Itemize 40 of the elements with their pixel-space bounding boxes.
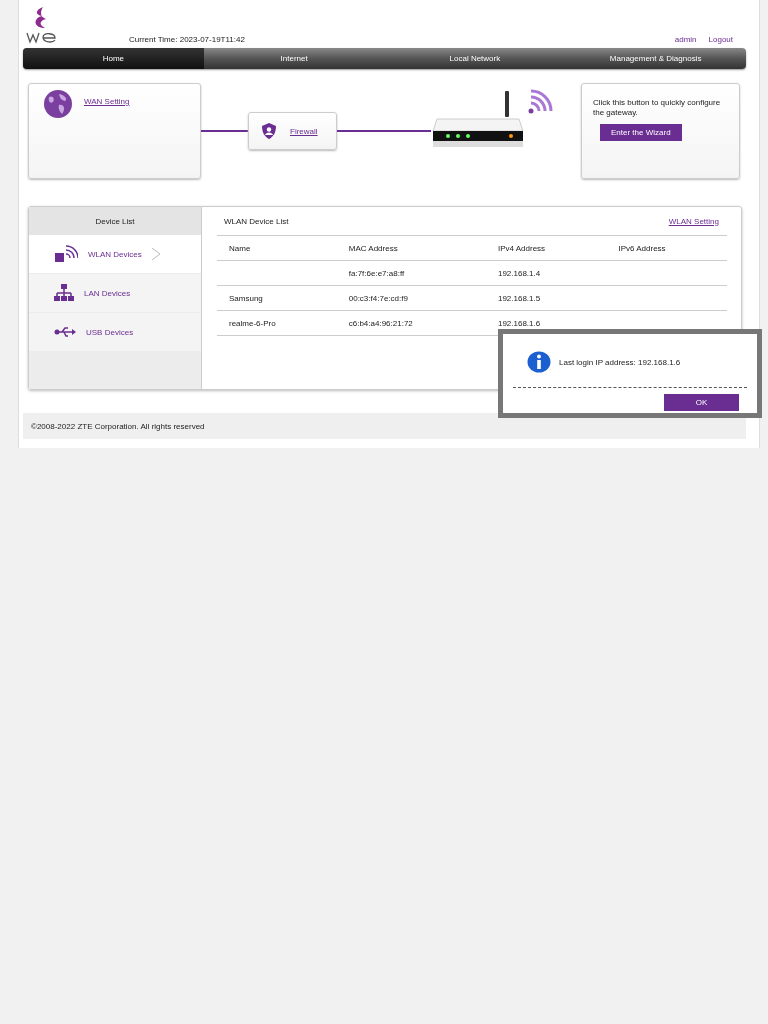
shield-icon [260,122,278,140]
table-cell: 192.168.1.5 [497,293,541,303]
usb-icon [54,326,76,338]
wan-setting-link[interactable]: WAN Setting [84,97,130,106]
table-cell: Samsung [229,293,263,303]
user-link[interactable]: admin [674,35,697,44]
device-list-title: Device List [29,207,201,235]
device-type-item[interactable]: WLAN Devices [29,235,201,273]
column-header: Name [217,235,337,261]
table-cell: 192.168.1.6 [497,318,541,328]
wlan-setting-link[interactable]: WLAN Setting [668,216,719,226]
device-type-item[interactable]: USB Devices [29,313,201,351]
logout-link[interactable]: Logout [708,35,733,44]
table-cell: realme-6-Pro [229,318,276,328]
table-title: WLAN Device List [224,216,289,226]
wizard-button[interactable]: Enter the Wizard [600,124,682,141]
current-time: Current Time: 2023-07-19T11:42 [129,35,245,44]
table-cell: c6:b4:a4:96:21:72 [348,318,413,328]
nav-tab[interactable]: Local Network [384,48,566,69]
pointer-icon [151,248,161,260]
dialog-message: Last login IP address: 192.168.1.6 [559,357,681,367]
ok-button[interactable]: OK [664,394,739,411]
logo-icon [25,6,57,44]
wizard-text: Click this button to quickly configure the gateway. [593,98,722,118]
table-cell: 00:c3:f4:7e:cd:f9 [348,293,408,303]
firewall-link[interactable]: Firewall [290,126,318,136]
network-icon [54,284,74,302]
copyright-text: ©2008-2022 ZTE Corporation. All rights reserved [31,421,205,431]
table-cell: fa:7f:6e:e7:a8:ff [348,268,405,278]
globe-icon [41,89,75,119]
nav-tab[interactable]: Home [23,48,204,69]
column-header: IPv6 Address [606,235,727,261]
nav-tab[interactable]: Management & Diagnosis [565,48,746,69]
info-icon [527,351,551,373]
nav-tab[interactable]: Internet [203,48,385,69]
device-type-item[interactable]: LAN Devices [29,274,201,312]
wifi-device-icon [54,245,78,263]
column-header: MAC Address [336,235,486,261]
table-cell: 192.168.1.4 [497,268,541,278]
column-header: IPv4 Address [485,235,607,261]
